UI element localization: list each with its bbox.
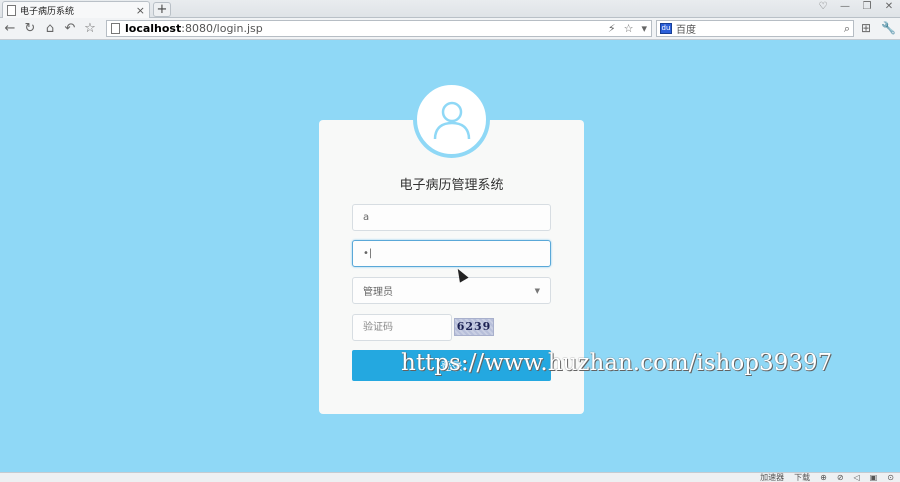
- minimize-icon[interactable]: —: [838, 1, 852, 12]
- window-controls: ♡ — ❐ ✕: [816, 1, 896, 12]
- caret-down-icon: ▼: [534, 286, 540, 295]
- new-tab-button[interactable]: +: [153, 2, 171, 17]
- role-select[interactable]: 管理员 ▼: [352, 277, 551, 304]
- volume-icon[interactable]: ◁: [854, 473, 860, 482]
- dropdown-icon[interactable]: ▾: [641, 22, 647, 35]
- url-actions: ⚡ ☆ ▾: [608, 22, 647, 35]
- search-box[interactable]: du 百度 ⌕: [656, 20, 854, 37]
- status-bar: 加速器 下载 ⊕ ⊘ ◁ ▣ ⊙: [0, 472, 900, 482]
- lightning-icon[interactable]: ⚡: [608, 22, 616, 35]
- window-icon[interactable]: ▣: [870, 473, 878, 482]
- zoom-icon[interactable]: ⊕: [820, 473, 827, 482]
- watermark-text: https://www.huzhan.com/ishop39397: [401, 350, 833, 376]
- url-path: :8080/login.jsp: [181, 22, 263, 35]
- home-icon[interactable]: ⌂: [40, 20, 60, 38]
- settings-icon[interactable]: ⊙: [887, 473, 894, 482]
- role-selected-value: 管理员: [363, 287, 393, 298]
- user-icon: [433, 101, 470, 139]
- tab-title: 电子病历系统: [20, 6, 75, 17]
- baidu-icon[interactable]: du: [660, 23, 672, 34]
- login-title: 电子病历管理系统: [399, 178, 504, 193]
- toolbar-right: ⊞ 🔧: [861, 21, 896, 35]
- reload-icon[interactable]: ↻: [20, 20, 40, 38]
- tools-icon[interactable]: 🔧: [881, 21, 896, 35]
- captcha-image[interactable]: 6239: [454, 318, 494, 336]
- browser-tab[interactable]: 电子病历系统 ×: [2, 1, 150, 18]
- address-bar[interactable]: localhost:8080/login.jsp ⚡ ☆ ▾: [106, 20, 652, 37]
- block-icon[interactable]: ⊘: [837, 473, 844, 482]
- tab-strip: 电子病历系统 × + ♡ — ❐ ✕: [0, 0, 900, 18]
- page-icon: [111, 23, 120, 34]
- tab-close-icon[interactable]: ×: [136, 5, 145, 16]
- search-icon[interactable]: ⌕: [844, 22, 850, 36]
- password-field[interactable]: •|: [352, 240, 551, 267]
- apps-icon[interactable]: ⊞: [861, 21, 871, 35]
- url-text[interactable]: localhost:8080/login.jsp: [125, 22, 603, 35]
- close-window-icon[interactable]: ✕: [882, 1, 896, 12]
- captcha-input[interactable]: [352, 314, 452, 341]
- back-icon[interactable]: ←: [0, 20, 20, 38]
- url-host: localhost: [125, 22, 182, 35]
- navigation-bar: ← ↻ ⌂ ↶ ☆ localhost:8080/login.jsp ⚡ ☆ ▾…: [0, 18, 900, 40]
- favorite-icon[interactable]: ♡: [816, 1, 830, 12]
- username-field[interactable]: a: [352, 204, 551, 231]
- download-label[interactable]: 下载: [794, 473, 810, 482]
- restore-icon[interactable]: ❐: [860, 1, 874, 12]
- bookmark-icon[interactable]: ☆: [80, 20, 100, 38]
- undo-icon[interactable]: ↶: [60, 20, 80, 38]
- star-icon[interactable]: ☆: [624, 22, 634, 35]
- search-engine-label: 百度: [676, 25, 696, 36]
- page-icon: [7, 4, 16, 16]
- avatar: [413, 81, 490, 158]
- accelerator-label[interactable]: 加速器: [760, 473, 784, 482]
